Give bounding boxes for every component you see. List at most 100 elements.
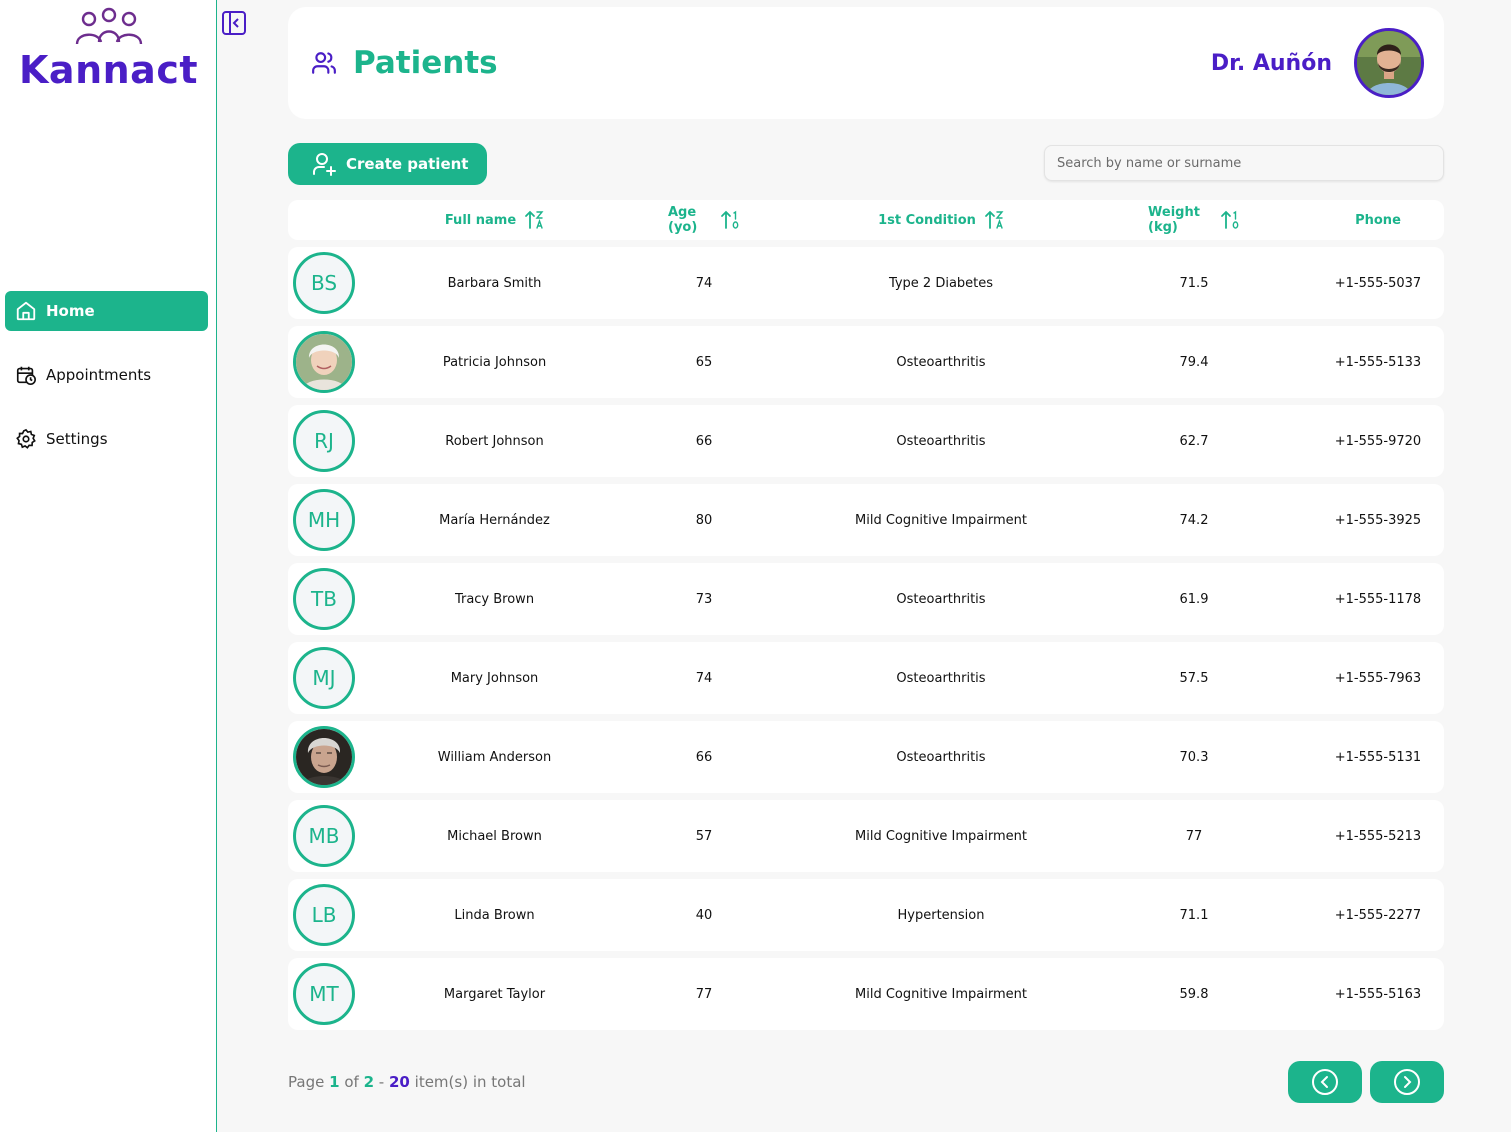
patient-phone: +1-555-5133 <box>1334 354 1422 370</box>
separator-dash: - <box>378 1073 385 1091</box>
sidebar-item-label: Appointments <box>46 366 152 384</box>
patient-weight: 70.3 <box>1179 749 1209 765</box>
patient-photo <box>296 334 352 390</box>
sidebar-collapse-icon <box>222 11 246 35</box>
table-row[interactable]: MH María Hernández 80 Mild Cognitive Imp… <box>288 484 1444 556</box>
patient-condition: Type 2 Diabetes <box>888 275 994 291</box>
patient-phone: +1-555-5213 <box>1334 828 1422 844</box>
patient-condition: Osteoarthritis <box>896 354 986 370</box>
patient-phone: +1-555-5131 <box>1334 749 1422 765</box>
column-header-full-name[interactable]: Full name <box>408 200 581 240</box>
page-word: Page <box>288 1073 325 1091</box>
sort-alpha-icon[interactable] <box>984 210 1004 230</box>
patient-initials: TB <box>311 587 337 611</box>
table-row[interactable]: MB Michael Brown 57 Mild Cognitive Impai… <box>288 800 1444 872</box>
patients-icon <box>311 50 337 80</box>
patient-name: Linda Brown <box>454 907 535 923</box>
sidebar-item-appointments[interactable]: Appointments <box>5 355 208 395</box>
patient-name: Michael Brown <box>447 828 542 844</box>
sidebar-item-label: Settings <box>46 430 108 448</box>
search-input[interactable] <box>1044 145 1444 181</box>
patient-name: Patricia Johnson <box>442 354 547 370</box>
patient-age: 77 <box>695 986 713 1002</box>
sidebar-item-label: Home <box>46 302 95 320</box>
patient-avatar: MJ <box>293 647 355 709</box>
patient-phone: +1-555-5037 <box>1334 275 1422 291</box>
patient-phone: +1-555-7963 <box>1334 670 1422 686</box>
current-page: 1 <box>329 1073 340 1091</box>
patient-condition: Osteoarthritis <box>896 591 986 607</box>
patient-phone: +1-555-3925 <box>1334 512 1422 528</box>
create-patient-button[interactable]: Create patient <box>288 143 487 185</box>
table-row[interactable]: RJ Robert Johnson 66 Osteoarthritis 62.7… <box>288 405 1444 477</box>
sort-numeric-icon[interactable] <box>1220 210 1240 230</box>
column-label: Age (yo) <box>668 205 698 235</box>
patient-weight: 77 <box>1185 828 1203 844</box>
patient-condition: Mild Cognitive Impairment <box>855 512 1027 528</box>
sidebar-item-home[interactable]: Home <box>5 291 208 331</box>
patient-age: 73 <box>695 591 713 607</box>
total-items: 20 <box>389 1073 410 1091</box>
table-row[interactable]: MJ Mary Johnson 74 Osteoarthritis 57.5 +… <box>288 642 1444 714</box>
total-pages: 2 <box>363 1073 375 1091</box>
patient-name: María Hernández <box>439 512 550 528</box>
collapse-sidebar-button[interactable] <box>221 10 247 36</box>
patient-weight: 71.1 <box>1179 907 1209 923</box>
patient-condition: Hypertension <box>897 907 985 923</box>
doctor-name: Dr. Auñón <box>1210 51 1332 76</box>
home-icon <box>14 299 38 323</box>
column-label: 1st Condition <box>878 212 976 228</box>
patient-initials: BS <box>310 271 338 295</box>
patient-phone: +1-555-5163 <box>1334 986 1422 1002</box>
previous-page-button[interactable] <box>1288 1061 1362 1103</box>
chevron-right-circle-icon <box>1394 1069 1420 1095</box>
page-title: Patients <box>353 45 498 81</box>
patient-photo <box>296 729 352 785</box>
sort-numeric-icon[interactable] <box>720 210 740 230</box>
add-user-icon <box>312 152 338 176</box>
doctor-avatar[interactable] <box>1354 28 1424 98</box>
table-row[interactable]: William Anderson 66 Osteoarthritis 70.3 … <box>288 721 1444 793</box>
table-row[interactable]: MT Margaret Taylor 77 Mild Cognitive Imp… <box>288 958 1444 1030</box>
patient-avatar: MH <box>293 489 355 551</box>
patient-condition: Osteoarthritis <box>896 749 986 765</box>
patient-age: 65 <box>695 354 713 370</box>
patient-name: Barbara Smith <box>447 275 542 291</box>
sidebar: Kannact Home Appointments Settings <box>0 0 217 1132</box>
patient-initials: MB <box>308 824 340 848</box>
logo[interactable]: Kannact <box>0 6 217 90</box>
patient-age: 74 <box>695 275 713 291</box>
next-page-button[interactable] <box>1370 1061 1444 1103</box>
patient-name: William Anderson <box>437 749 552 765</box>
sidebar-item-settings[interactable]: Settings <box>5 419 208 459</box>
chevron-left-circle-icon <box>1312 1069 1338 1095</box>
patient-weight: 57.5 <box>1179 670 1209 686</box>
table-row[interactable]: Patricia Johnson 65 Osteoarthritis 79.4 … <box>288 326 1444 398</box>
column-header-condition[interactable]: 1st Condition <box>821 200 1061 240</box>
patient-avatar: MB <box>293 805 355 867</box>
patient-condition: Mild Cognitive Impairment <box>855 986 1027 1002</box>
column-header-phone: Phone <box>1318 200 1438 240</box>
table-row[interactable]: LB Linda Brown 40 Hypertension 71.1 +1-5… <box>288 879 1444 951</box>
column-header-weight[interactable]: Weight (kg) <box>1148 200 1240 240</box>
sort-alpha-icon[interactable] <box>524 210 544 230</box>
patient-age: 66 <box>695 433 713 449</box>
column-header-age[interactable]: Age (yo) <box>668 200 740 240</box>
table-row[interactable]: BS Barbara Smith 74 Type 2 Diabetes 71.5… <box>288 247 1444 319</box>
pagination-info: Page 1 of 2 - 20 item(s) in total <box>288 1072 526 1092</box>
patient-initials: LB <box>311 903 337 927</box>
patient-avatar: LB <box>293 884 355 946</box>
patient-avatar <box>293 331 355 393</box>
patient-phone: +1-555-2277 <box>1334 907 1422 923</box>
patient-initials: MH <box>307 508 341 532</box>
patient-condition: Mild Cognitive Impairment <box>855 828 1027 844</box>
patient-condition: Osteoarthritis <box>896 433 986 449</box>
column-label: Weight (kg) <box>1148 205 1200 235</box>
patient-avatar: BS <box>293 252 355 314</box>
patient-name: Tracy Brown <box>454 591 535 607</box>
patient-age: 66 <box>695 749 713 765</box>
patient-name: Mary Johnson <box>450 670 539 686</box>
patient-avatar <box>293 726 355 788</box>
patient-weight: 74.2 <box>1179 512 1209 528</box>
table-row[interactable]: TB Tracy Brown 73 Osteoarthritis 61.9 +1… <box>288 563 1444 635</box>
